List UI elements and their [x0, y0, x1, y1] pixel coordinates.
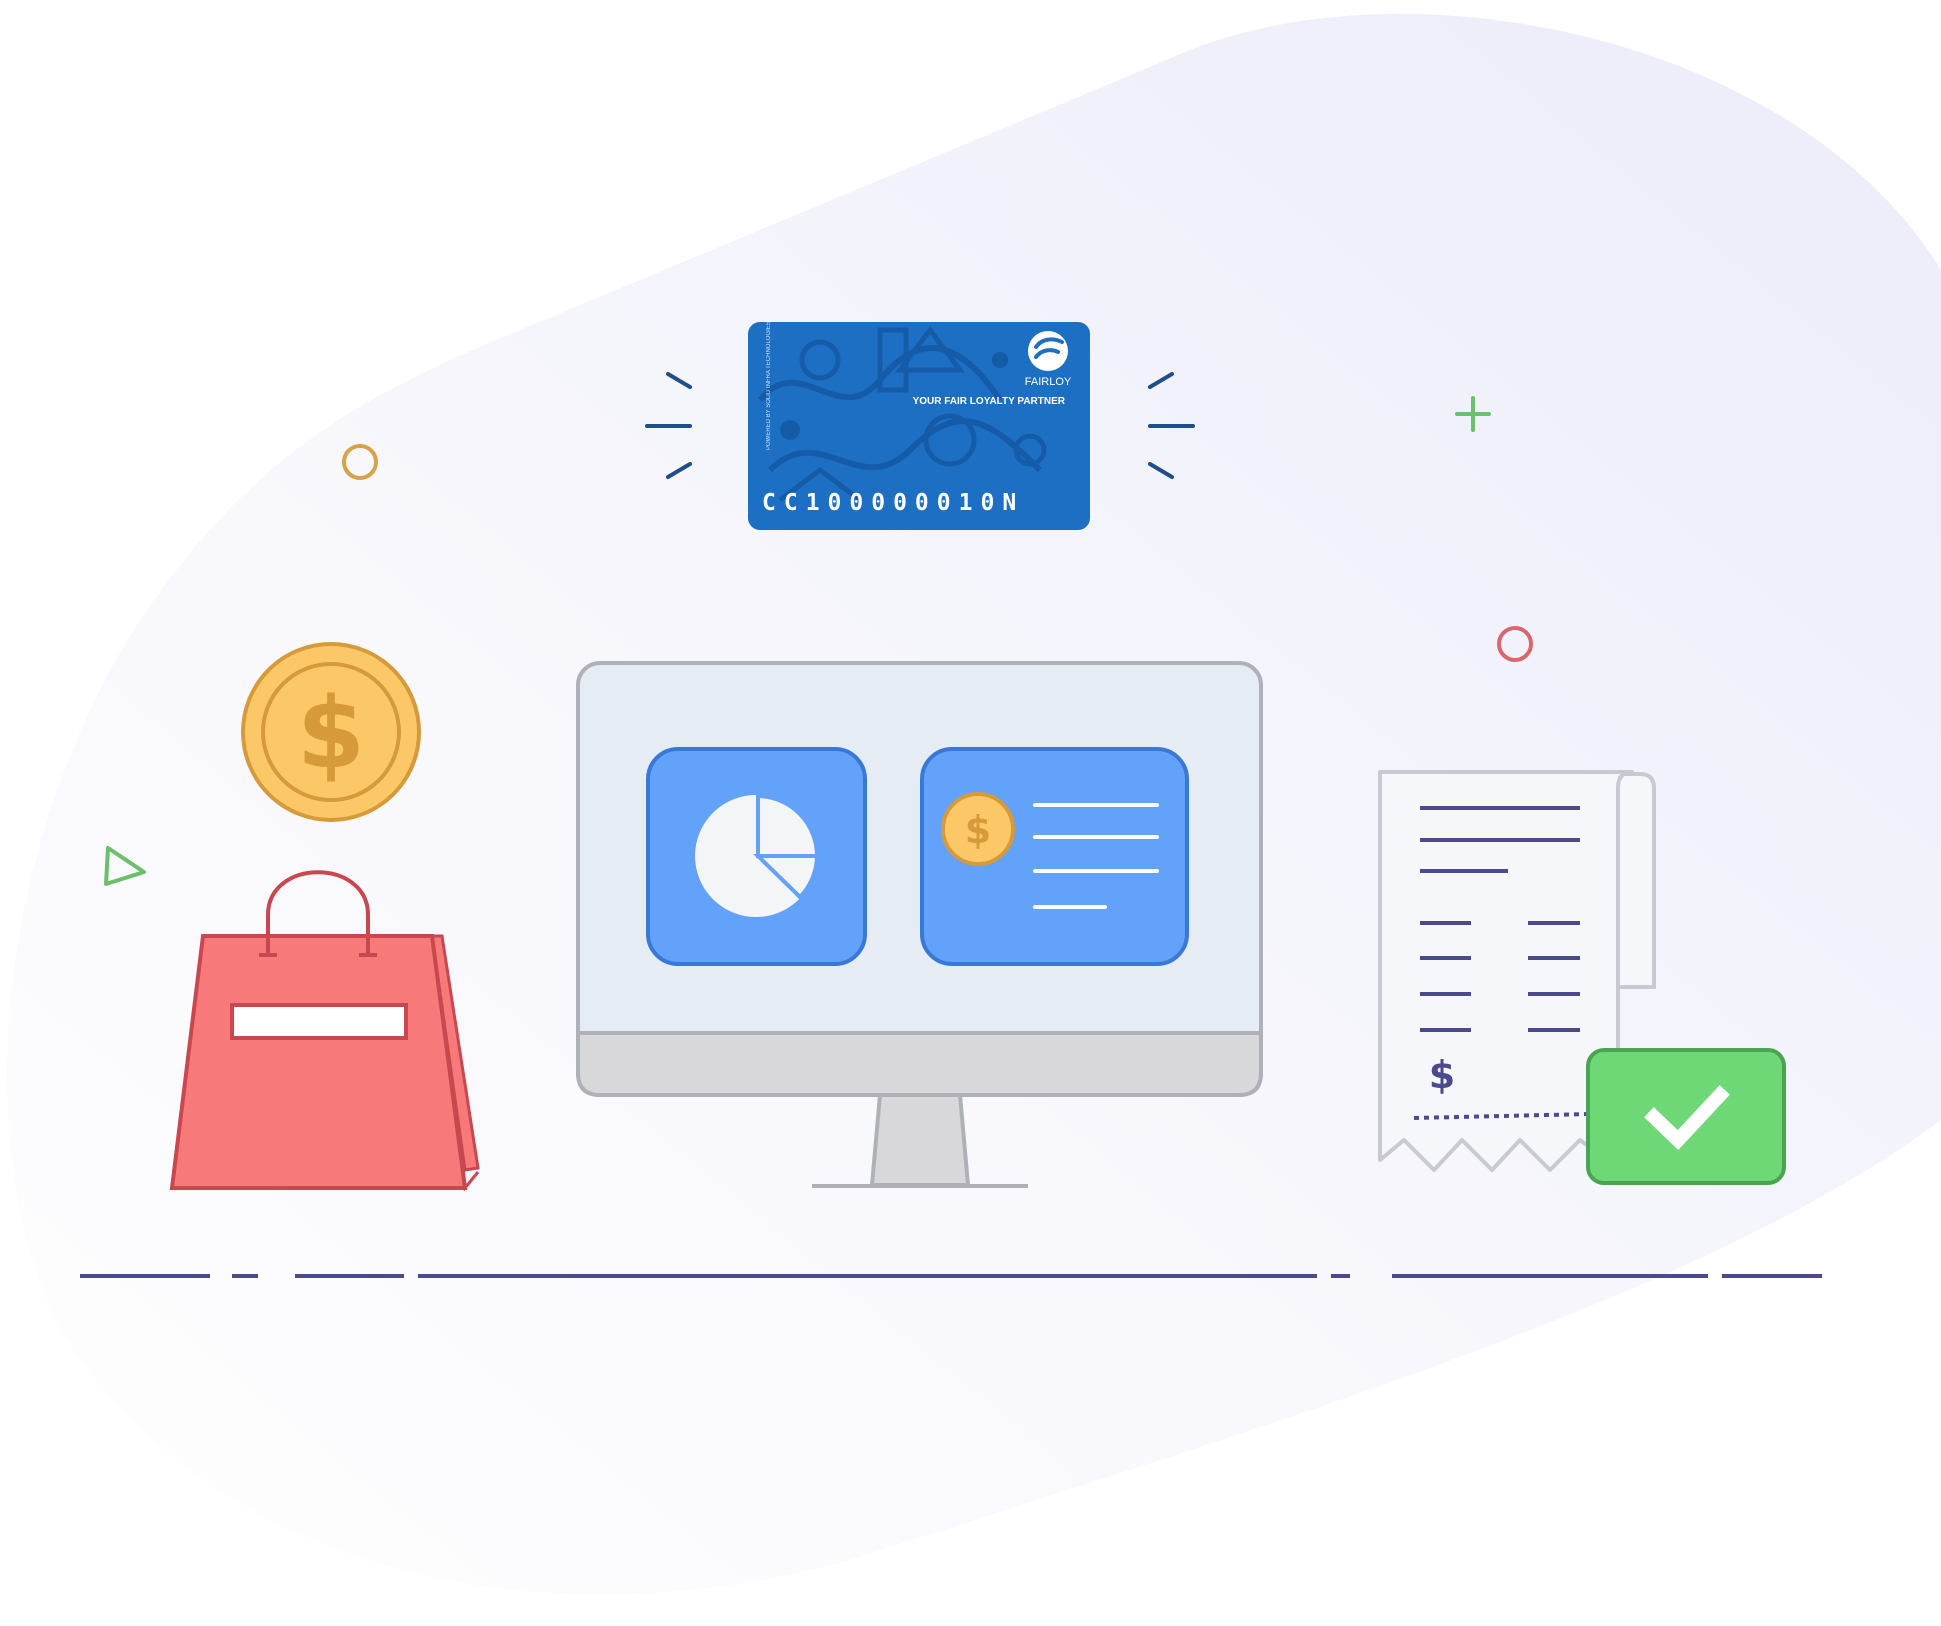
receipt-symbol: $ — [1429, 1053, 1455, 1097]
checkmark-icon — [1586, 1048, 1786, 1185]
pie-chart-icon — [695, 793, 820, 917]
card-tagline: YOUR FAIR LOYALTY PARTNER — [913, 396, 1066, 407]
loyalty-illustration: FAIRLOY YOUR FAIR LOYALTY PARTNER POWERE… — [7, 13, 1941, 1595]
dollar-coin-icon: $ — [241, 642, 421, 822]
card-brand: FAIRLOY — [1025, 376, 1072, 388]
loyalty-card-icon: FAIRLOY YOUR FAIR LOYALTY PARTNER POWERE… — [748, 321, 1090, 530]
info-panel: $ — [920, 747, 1189, 966]
panel-coin-symbol: $ — [965, 808, 991, 852]
card-side-text: POWERED BY SOLID INFRA TECHNOLOGIES — [766, 321, 772, 450]
coin-symbol: $ — [297, 677, 365, 791]
chart-panel — [646, 747, 867, 966]
card-number: CC100000010N — [762, 490, 1024, 516]
